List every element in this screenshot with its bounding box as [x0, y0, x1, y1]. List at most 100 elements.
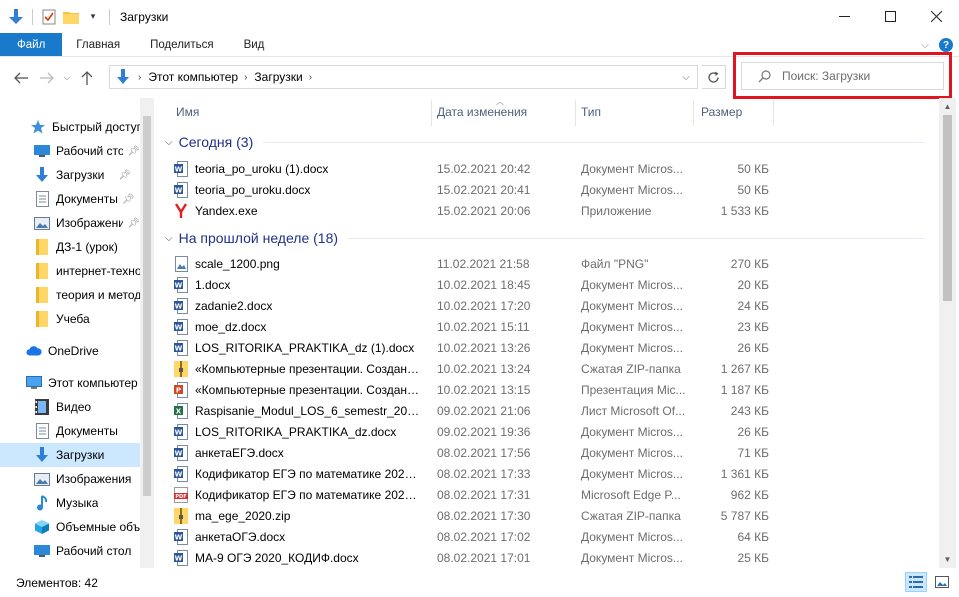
help-icon[interactable]: ? — [939, 38, 953, 52]
column-header-date[interactable]: Дата изменения — [437, 98, 575, 126]
folder-icon — [34, 263, 50, 279]
file-row[interactable]: scale_1200.png 11.02.2021 21:58 Файл "PNG"… — [173, 253, 773, 274]
file-row[interactable]: W LOS_RITORIKA_PRAKTIKA_dz (1).docx 10.02.… — [173, 337, 773, 358]
group-header-today[interactable]: ⌵ Сегодня (3) — [165, 131, 925, 153]
sidebar-item-folder-study[interactable]: Учеба — [0, 307, 140, 331]
file-row[interactable]: W Кодификатор ЕГЭ по математике 2020.... 0… — [173, 463, 773, 484]
sidebar-item-downloads-pinned[interactable]: Загрузки 📌︎ — [0, 163, 140, 187]
sidebar-item-pictures-pinned[interactable]: Изображени 📌︎ — [0, 211, 140, 235]
refresh-button[interactable] — [702, 65, 726, 89]
file-row[interactable]: Wzadanie2.docx 10.02.2021 17:20 Документ M… — [173, 295, 773, 316]
file-name-cell: W LOS_RITORIKA_PRAKTIKA_dz.docx — [173, 423, 423, 440]
details-view-button[interactable] — [905, 572, 927, 592]
quick-access-toolbar: ▾ — [0, 0, 112, 33]
pictures-icon — [34, 471, 50, 487]
sidebar-item-this-pc[interactable]: Этот компьютер — [0, 371, 140, 395]
sidebar-item-documents[interactable]: Документы — [0, 419, 140, 443]
group-header-last-week[interactable]: ⌵ На прошлой неделе (18) — [165, 227, 925, 249]
expand-ribbon-icon[interactable]: ⌵ — [921, 40, 929, 51]
file-row[interactable]: WанкетаЕГЭ.docx 08.02.2021 17:56 Документ … — [173, 442, 773, 463]
file-list-scrollbar[interactable]: ▲ ▼ — [939, 98, 956, 568]
download-icon — [34, 167, 50, 183]
file-row[interactable]: «Компьютерные презентации. Создани... 10.… — [173, 358, 773, 379]
file-name-cell: W LOS_RITORIKA_PRAKTIKA_dz (1).docx — [173, 339, 423, 356]
up-button[interactable] — [74, 65, 100, 91]
tab-home[interactable]: Главная — [62, 33, 134, 56]
tab-file[interactable]: Файл — [0, 33, 63, 56]
sidebar-scrollbar[interactable] — [140, 98, 154, 568]
minimize-button[interactable] — [821, 0, 867, 33]
zip-icon — [173, 360, 189, 377]
file-name: LOS_RITORIKA_PRAKTIKA_dz.docx — [195, 424, 397, 439]
file-row[interactable]: PDF Кодификатор ЕГЭ по математике 2020...… — [173, 484, 773, 505]
maximize-button[interactable] — [867, 0, 913, 33]
new-folder-icon[interactable] — [63, 9, 79, 25]
address-bar[interactable]: › Этот компьютер › Загрузки › ⌵ — [109, 65, 698, 89]
column-divider[interactable] — [773, 100, 774, 126]
recent-locations-button[interactable]: ⌵ — [60, 65, 74, 91]
file-name: ma_ege_2020.zip — [195, 508, 291, 523]
address-dropdown-button[interactable]: ⌵ — [675, 66, 697, 88]
scroll-up-arrow[interactable]: ▲ — [939, 98, 956, 115]
column-header-type[interactable]: Тип — [581, 98, 691, 126]
sidebar-item-desktop-pinned[interactable]: Рабочий сто 📌︎ — [0, 139, 140, 163]
sidebar-item-music[interactable]: Музыка — [0, 491, 140, 515]
sidebar-item-videos[interactable]: Видео — [0, 395, 140, 419]
sidebar-item-onedrive[interactable]: OneDrive — [0, 339, 140, 363]
tab-share[interactable]: Поделиться — [134, 33, 228, 56]
file-row[interactable]: W МА-9 ОГЭ 2020_КОДИФ.docx 08.02.2021 17:0… — [173, 547, 773, 568]
file-name: МА-9 ОГЭ 2020_КОДИФ.docx — [195, 550, 359, 565]
back-button[interactable] — [8, 65, 34, 91]
pdf-icon: PDF — [173, 486, 189, 503]
column-divider[interactable] — [575, 100, 576, 126]
file-list-scrollbar-thumb[interactable] — [943, 115, 952, 301]
svg-text:PDF: PDF — [175, 494, 186, 500]
svg-text:W: W — [175, 428, 183, 436]
forward-button[interactable] — [34, 65, 60, 91]
sidebar-item-pictures[interactable]: Изображения — [0, 467, 140, 491]
file-row[interactable]: ma_ege_2020.zip 08.02.2021 17:30 Сжатая ZI… — [173, 505, 773, 526]
file-row[interactable]: Wmoe_dz.docx 10.02.2021 15:11 Документ Mic… — [173, 316, 773, 337]
file-name-cell: W Кодификатор ЕГЭ по математике 2020.... — [173, 465, 423, 482]
sidebar-item-folder-theory[interactable]: теория и метод — [0, 283, 140, 307]
file-name: moe_dz.docx — [195, 319, 267, 334]
chevron-right-icon[interactable]: › — [309, 72, 312, 83]
file-row[interactable]: W 1.docx 10.02.2021 18:45 Документ Micros..… — [173, 274, 773, 295]
file-date: 15.02.2021 20:42 — [437, 161, 531, 176]
sidebar-scrollbar-thumb[interactable] — [143, 116, 151, 496]
folder-icon — [34, 239, 50, 255]
sidebar-item-quick-access[interactable]: Быстрый доступ — [0, 115, 140, 139]
file-row[interactable]: Yandex.exe 15.02.2021 20:06 Приложение 1 53… — [173, 200, 773, 221]
file-row[interactable]: WанкетаОГЭ.docx 08.02.2021 17:02 Документ … — [173, 526, 773, 547]
sidebar-item-downloads[interactable]: Загрузки — [0, 443, 140, 467]
customize-toolbar-icon[interactable]: ▾ — [85, 9, 101, 25]
column-divider[interactable] — [693, 100, 694, 126]
file-name: «Компьютерные презентации. Создани... — [195, 361, 423, 376]
column-divider[interactable] — [431, 100, 432, 126]
sidebar-item-3d-objects[interactable]: Объемные объ — [0, 515, 140, 539]
file-row[interactable]: P «Компьютерные презентации. Создани... 10… — [173, 379, 773, 400]
file-row[interactable]: Wteoria_po_uroku (1).docx 15.02.2021 20:4… — [173, 158, 773, 179]
properties-icon[interactable] — [41, 9, 57, 25]
file-row[interactable]: Wteoria_po_uroku.docx 15.02.2021 20:41 Док… — [173, 179, 773, 200]
large-icons-view-button[interactable] — [931, 572, 953, 592]
scroll-down-arrow[interactable]: ▼ — [939, 551, 956, 568]
sidebar-item-documents-pinned[interactable]: Документы 📌︎ — [0, 187, 140, 211]
column-header-name[interactable]: Имя — [176, 98, 431, 126]
tab-view[interactable]: Вид — [228, 33, 279, 56]
close-button[interactable] — [913, 0, 959, 33]
group-divider — [348, 237, 925, 239]
chevron-right-icon[interactable]: › — [138, 72, 141, 83]
file-row[interactable]: W LOS_RITORIKA_PRAKTIKA_dz.docx 09.02.2021… — [173, 421, 773, 442]
sidebar-item-folder-internet[interactable]: интернет-техно — [0, 259, 140, 283]
sidebar-item-folder-dz1[interactable]: ДЗ-1 (урок) — [0, 235, 140, 259]
file-row[interactable]: X Raspisanie_Modul_LOS_6_semestr_2020-...… — [173, 400, 773, 421]
column-header-size[interactable]: Размер — [701, 98, 773, 126]
file-date: 10.02.2021 13:15 — [437, 382, 531, 397]
breadcrumb-downloads[interactable]: Загрузки — [254, 70, 302, 84]
chevron-right-icon[interactable]: › — [244, 72, 247, 83]
breadcrumb-this-pc[interactable]: Этот компьютер — [148, 70, 238, 84]
sidebar-item-desktop[interactable]: Рабочий стол — [0, 539, 140, 563]
desktop-icon — [34, 143, 50, 159]
download-icon[interactable] — [8, 8, 24, 25]
